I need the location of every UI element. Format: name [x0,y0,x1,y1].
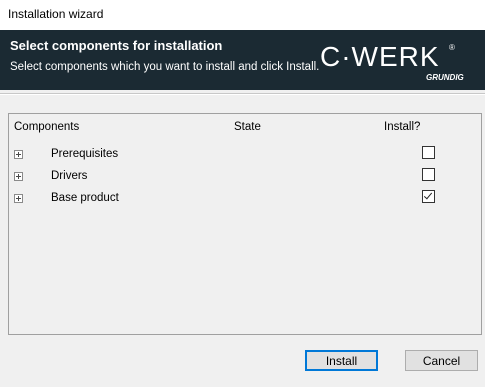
components-tree-list[interactable]: Components State Install? Prerequisites … [8,113,482,335]
header-separator [0,93,485,95]
expand-icon[interactable] [14,194,23,203]
component-label: Prerequisites [51,148,119,160]
tree-row-prerequisites[interactable]: Prerequisites [9,146,481,168]
cancel-button[interactable]: Cancel [405,350,478,371]
logo-registered-mark: ® [449,43,455,52]
component-label: Base product [51,192,119,204]
page-subheading: Select components which you want to inst… [10,61,320,73]
component-label: Drivers [51,170,88,182]
logo-maker-text: GRUNDIG [426,73,464,82]
column-header-components[interactable]: Components [14,121,79,133]
install-checkbox-checked[interactable] [422,190,435,203]
logo-brand-text: C·WERK [320,41,440,72]
column-header-state[interactable]: State [234,121,261,133]
window-title: Installation wizard [8,7,104,21]
expand-icon[interactable] [14,172,23,181]
cwerk-grundig-logo: C·WERK ® GRUNDIG [320,41,464,82]
expand-icon[interactable] [14,150,23,159]
install-checkbox[interactable] [422,146,435,159]
page-heading: Select components for installation [10,38,223,53]
tree-row-drivers[interactable]: Drivers [9,168,481,190]
title-bar: Installation wizard [0,0,485,30]
install-button[interactable]: Install [305,350,378,371]
header-banner: Select components for installation Selec… [0,30,485,90]
tree-row-base-product[interactable]: Base product [9,190,481,212]
column-header-install[interactable]: Install? [384,121,420,133]
install-checkbox[interactable] [422,168,435,181]
